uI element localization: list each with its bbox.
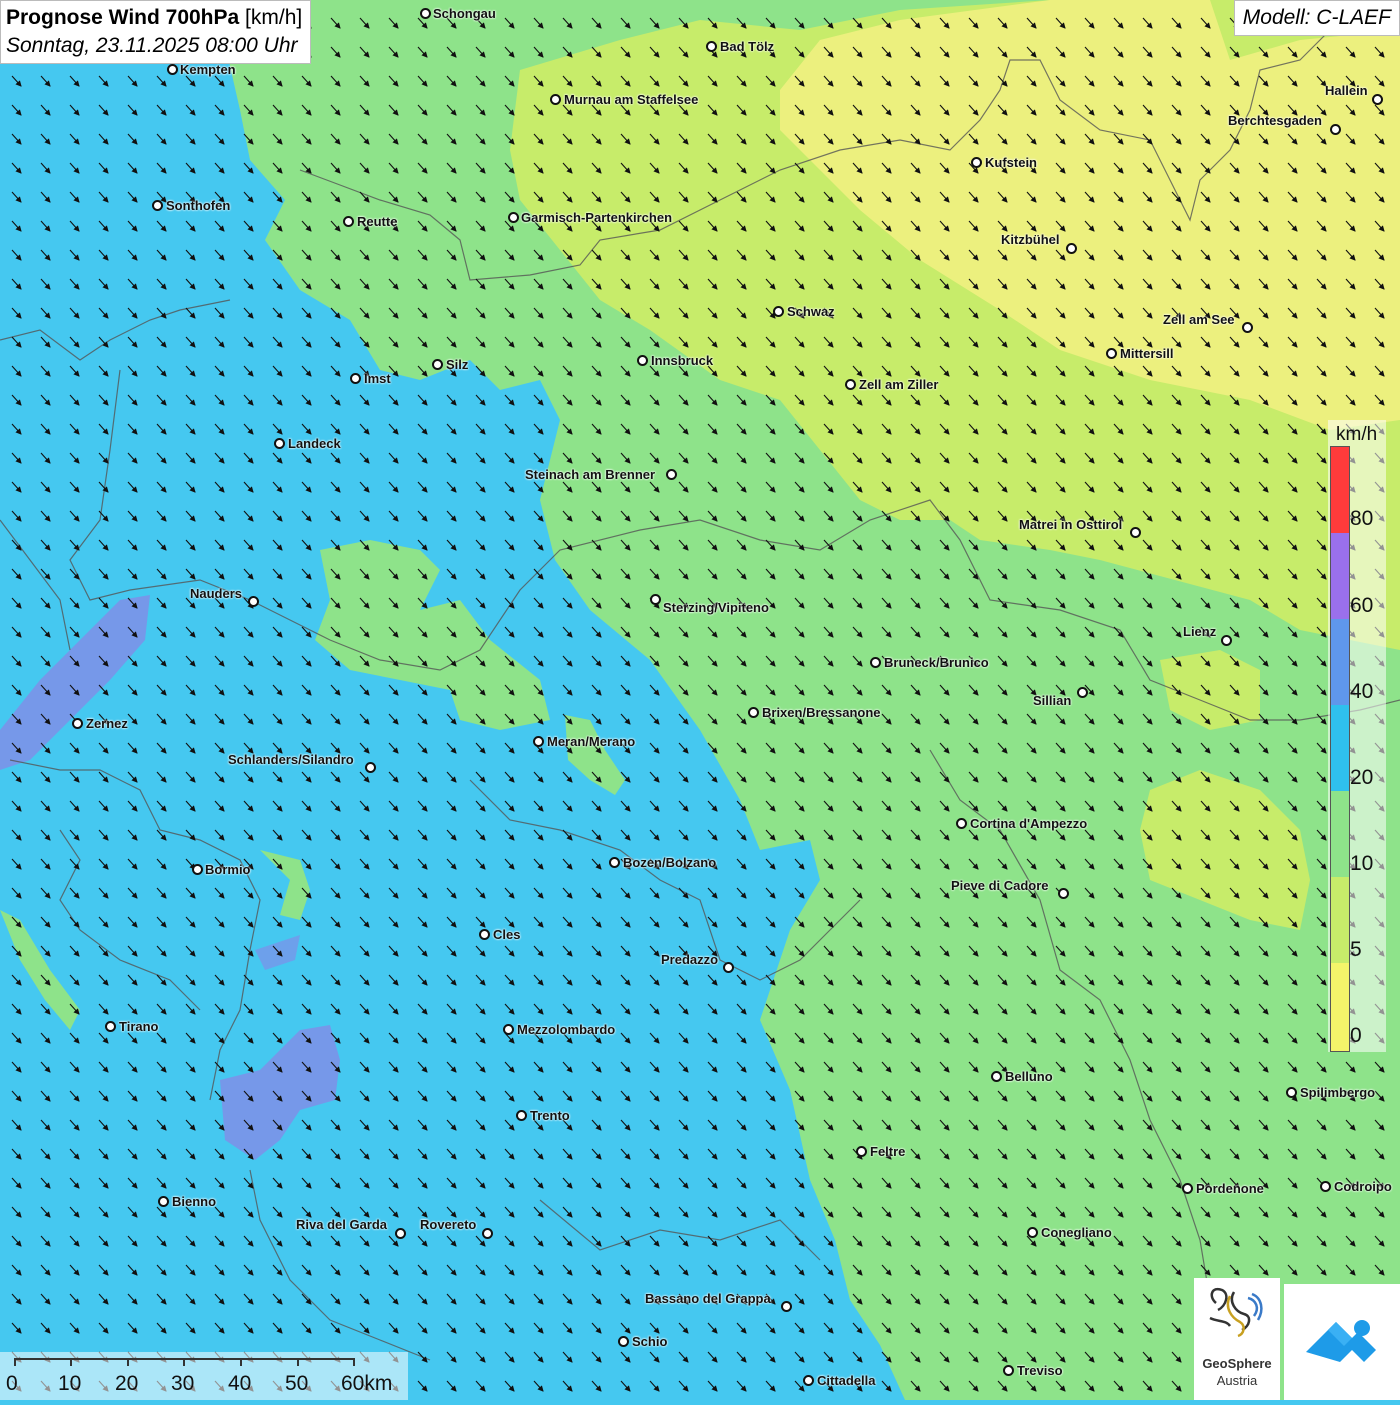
city-label: Treviso [1017,1363,1063,1378]
city-label: Zernez [86,716,128,731]
city-label: Bad Tölz [720,39,775,54]
city-label: Imst [364,371,391,386]
city-label: Zell am Ziller [859,377,939,392]
scale-tick [297,1358,299,1366]
city-label: Tirano [119,1019,159,1034]
city-label: Berchtesgaden [1228,113,1322,128]
legend-label: 5 [1350,938,1362,961]
city-label: Garmisch-Partenkirchen [521,210,673,225]
scale-label: 60km [341,1372,393,1395]
city-label: Nauders [190,586,243,601]
city-label: Bozen/Bolzano [623,855,717,870]
weather-app-icon [1306,1320,1376,1362]
city-label: Trento [530,1108,570,1123]
legend-label: 40 [1350,680,1374,703]
city-label: Murnau am Staffelsee [564,92,699,107]
city-label: Codroipo [1334,1179,1392,1194]
city-label: Kitzbühel [1001,232,1060,247]
city-label: Cles [493,927,521,942]
geosphere-logo-text: GeoSphere Austria [1194,1355,1280,1389]
city-label: Mittersill [1120,346,1174,361]
city-label: Sillian [1033,693,1072,708]
scale-tick [127,1358,129,1366]
scale-tick [240,1358,242,1366]
city-label: Reutte [357,214,398,229]
city-label: Matrei in Osttirol [1019,517,1123,532]
city-label: Kufstein [985,155,1037,170]
scale-label: 0 [6,1372,18,1395]
city-label: Cortina d'Ampezzo [970,816,1088,831]
forecast-time: Sonntag, 23.11.2025 08:00 Uhr [6,34,298,57]
city-label: Pordenone [1196,1181,1264,1196]
legend-swatch [1331,791,1349,877]
city-label: Landeck [288,436,341,451]
city-label: Riva del Garda [296,1217,388,1232]
city-label: Mezzolombardo [517,1022,616,1037]
city-label: Schwaz [787,304,835,319]
city-label: Zell am See [1163,312,1235,327]
legend-label: 10 [1350,852,1374,875]
city-label: Pieve di Cadore [951,878,1049,893]
scale-tick [14,1358,16,1366]
city-label: Bruneck/Brunico [884,655,989,670]
scale-tick [353,1358,355,1366]
legend-colorbar [1330,446,1350,1052]
city-label: Schongau [433,6,496,21]
city-label: Bienno [172,1194,217,1209]
city-label: Conegliano [1041,1225,1112,1240]
city-label: Belluno [1005,1069,1053,1084]
city-label: Schio [632,1334,668,1349]
legend-swatch [1331,705,1349,791]
legend-label: 60 [1350,594,1374,617]
scale-label: 40 [228,1372,252,1395]
scale-label: 10 [58,1372,82,1395]
city-label: Predazzo [661,952,719,967]
title-panel: Prognose Wind 700hPa [km/h] Sonntag, 23.… [0,0,312,64]
city-label: Sonthofen [166,198,231,213]
weather-app-logo[interactable] [1284,1284,1400,1400]
legend-swatch [1331,877,1349,963]
legend-swatch [1331,619,1349,705]
model-label: Modell: C-LAEF [1233,0,1400,36]
map-title: Prognose Wind 700hPa [km/h] [6,6,303,29]
legend-label: 80 [1350,507,1374,530]
geosphere-name: GeoSphere [1202,1356,1272,1371]
city-label: Cittadella [817,1373,876,1388]
city-label: Brixen/Bressanone [762,705,881,720]
city-label: Hallein [1325,83,1368,98]
city-label: Feltre [870,1144,906,1159]
city-label: Lienz [1183,624,1217,639]
city-label: Silz [446,357,469,372]
scale-label: 50 [285,1372,309,1395]
legend-swatch [1331,447,1349,533]
city-label: Innsbruck [651,353,714,368]
city-label: Steinach am Brenner [525,467,656,482]
legend-swatch [1331,963,1349,1051]
city-label: Kempten [180,62,236,77]
geosphere-country: Austria [1216,1373,1258,1388]
city-label: Meran/Merano [547,734,636,749]
city-label: Bassano del Grappa [645,1291,771,1306]
legend-label: 0 [1350,1024,1362,1047]
legend-unit: km/h [1336,424,1378,445]
scale-label: 20 [115,1372,139,1395]
legend-label: 20 [1350,766,1374,789]
city-label: Sterzing/Vipiteno [663,600,769,615]
city-label: Rovereto [420,1217,477,1232]
scale-label: 30 [171,1372,195,1395]
legend-swatch [1331,533,1349,619]
city-label: Schlanders/Silandro [228,752,354,767]
city-label: Bormio [205,862,251,877]
city-label: Spilimbergo [1300,1085,1376,1100]
geosphere-wave-icon [1209,1287,1263,1338]
scale-tick [70,1358,72,1366]
scale-tick [183,1358,185,1366]
